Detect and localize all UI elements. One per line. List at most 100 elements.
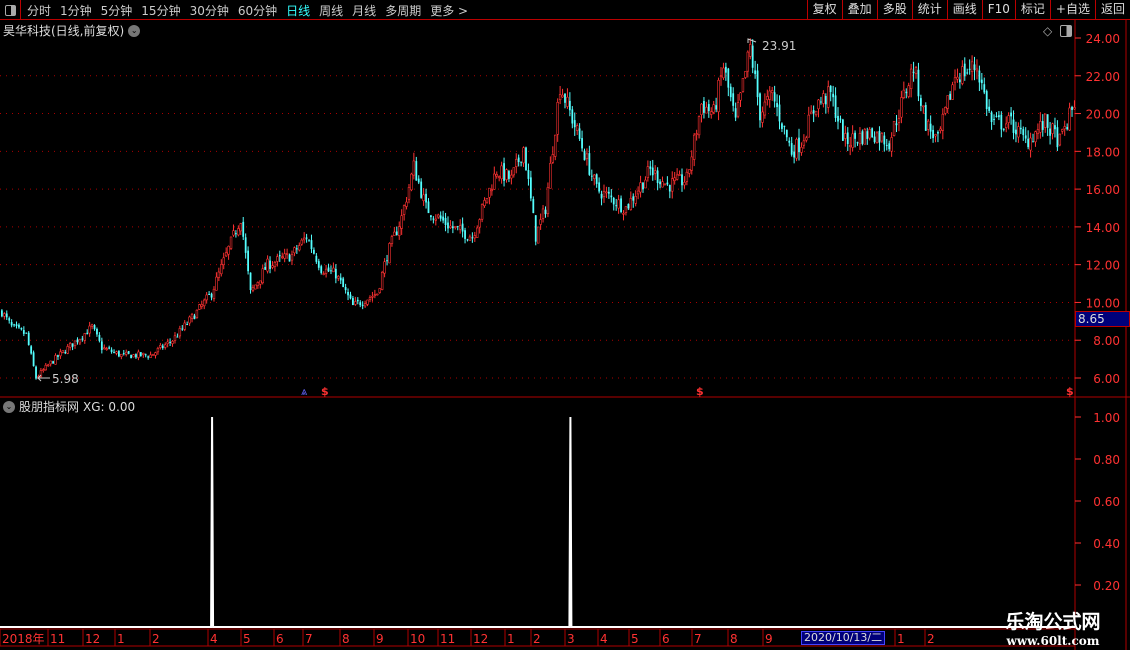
candle-body bbox=[232, 230, 235, 236]
candle-body bbox=[995, 115, 998, 117]
candle-body bbox=[337, 276, 340, 279]
candle-body bbox=[442, 216, 445, 221]
candle-body bbox=[203, 299, 206, 307]
candle-body bbox=[539, 219, 542, 225]
candle-body bbox=[953, 77, 957, 83]
candle-body bbox=[88, 325, 91, 334]
xg-tick-label: 0.20 bbox=[1093, 579, 1120, 593]
candle-body bbox=[1046, 114, 1049, 128]
candle-body bbox=[856, 142, 859, 144]
candle-body bbox=[20, 328, 23, 330]
candle-body bbox=[154, 352, 157, 356]
high-marker bbox=[747, 38, 757, 43]
chart-canvas[interactable]: 24.0022.0020.0018.0016.0014.0012.0010.00… bbox=[0, 0, 1130, 650]
xg-tick-label: 0.80 bbox=[1093, 453, 1120, 467]
x-tick-label: 7 bbox=[694, 632, 702, 646]
candle-body bbox=[595, 174, 598, 184]
candle-body bbox=[673, 177, 676, 181]
candle-body bbox=[458, 225, 462, 230]
candle-body bbox=[851, 133, 854, 148]
candle-body bbox=[581, 138, 583, 149]
candle-body bbox=[956, 76, 959, 80]
candle-body bbox=[536, 226, 540, 244]
candle-body bbox=[993, 118, 995, 120]
candle-body bbox=[663, 183, 667, 186]
candle-body bbox=[585, 153, 589, 159]
candle-body bbox=[273, 262, 277, 267]
candle-body bbox=[320, 266, 323, 273]
candle-body bbox=[1039, 121, 1042, 133]
candle-body bbox=[909, 68, 913, 89]
candle-body bbox=[288, 254, 291, 262]
candle-body bbox=[802, 140, 806, 146]
candle-body bbox=[985, 91, 988, 109]
candle-body bbox=[946, 95, 949, 109]
candle-body bbox=[800, 146, 803, 153]
candle-body bbox=[439, 215, 442, 219]
candle-body bbox=[361, 304, 364, 306]
candle-body bbox=[52, 361, 54, 364]
candle-body bbox=[430, 215, 432, 218]
candle-body bbox=[900, 97, 903, 118]
candle-body bbox=[103, 347, 106, 350]
x-tick-label: 9 bbox=[376, 632, 384, 646]
candle-body bbox=[917, 69, 920, 97]
candle-body bbox=[990, 112, 993, 123]
candle-body bbox=[646, 166, 650, 178]
candle-body bbox=[759, 93, 761, 121]
candle-body bbox=[661, 181, 664, 188]
candle-body bbox=[32, 352, 35, 367]
candle-body bbox=[822, 93, 825, 104]
candle-body bbox=[1066, 127, 1069, 130]
candle-body bbox=[283, 253, 286, 259]
candle-body bbox=[749, 44, 752, 57]
candle-body bbox=[561, 94, 564, 98]
candle-body bbox=[697, 116, 701, 136]
candle-body bbox=[261, 268, 264, 284]
candle-body bbox=[464, 230, 466, 239]
candle-body bbox=[880, 133, 884, 142]
candle-body bbox=[624, 206, 628, 213]
candle-body bbox=[151, 353, 155, 356]
candle-body bbox=[1012, 119, 1015, 133]
candle-body bbox=[914, 67, 918, 75]
x-tick-label: 7 bbox=[305, 632, 313, 646]
x-tick-label: 5 bbox=[243, 632, 251, 646]
candle-body bbox=[1054, 125, 1056, 130]
dividend-marker-icon: $ bbox=[696, 385, 704, 398]
candle-body bbox=[425, 193, 427, 203]
candle-body bbox=[602, 191, 606, 197]
candle-body bbox=[373, 294, 377, 296]
candle-body bbox=[383, 261, 386, 274]
candle-body bbox=[527, 170, 530, 179]
y-tick-label: 6.00 bbox=[1093, 372, 1120, 386]
candle-body bbox=[1017, 126, 1020, 138]
candle-body bbox=[212, 288, 216, 299]
candle-body bbox=[505, 169, 508, 180]
candle-body bbox=[488, 187, 491, 198]
candle-body bbox=[575, 125, 579, 131]
xg-tick-label: 0.40 bbox=[1093, 537, 1120, 551]
candle-body bbox=[615, 205, 618, 207]
candle-body bbox=[76, 339, 79, 343]
candle-body bbox=[1022, 129, 1025, 136]
candle-body bbox=[520, 161, 523, 163]
candle-body bbox=[493, 173, 496, 190]
candle-body bbox=[846, 132, 849, 144]
candle-body bbox=[703, 100, 705, 113]
candle-body bbox=[402, 205, 406, 215]
candle-body bbox=[1000, 114, 1003, 130]
candle-body bbox=[844, 133, 847, 139]
candle-body bbox=[57, 355, 59, 357]
dividend-marker-icon: $ bbox=[321, 385, 329, 398]
x-tick-label: 1 bbox=[507, 632, 515, 646]
candle-body bbox=[854, 132, 856, 139]
candle-body bbox=[171, 340, 174, 344]
candle-body bbox=[371, 296, 374, 298]
candle-body bbox=[724, 66, 727, 73]
candle-body bbox=[978, 70, 981, 83]
candle-body bbox=[688, 169, 691, 174]
candle-body bbox=[90, 324, 94, 327]
candle-body bbox=[137, 351, 140, 358]
candle-body bbox=[242, 221, 245, 237]
